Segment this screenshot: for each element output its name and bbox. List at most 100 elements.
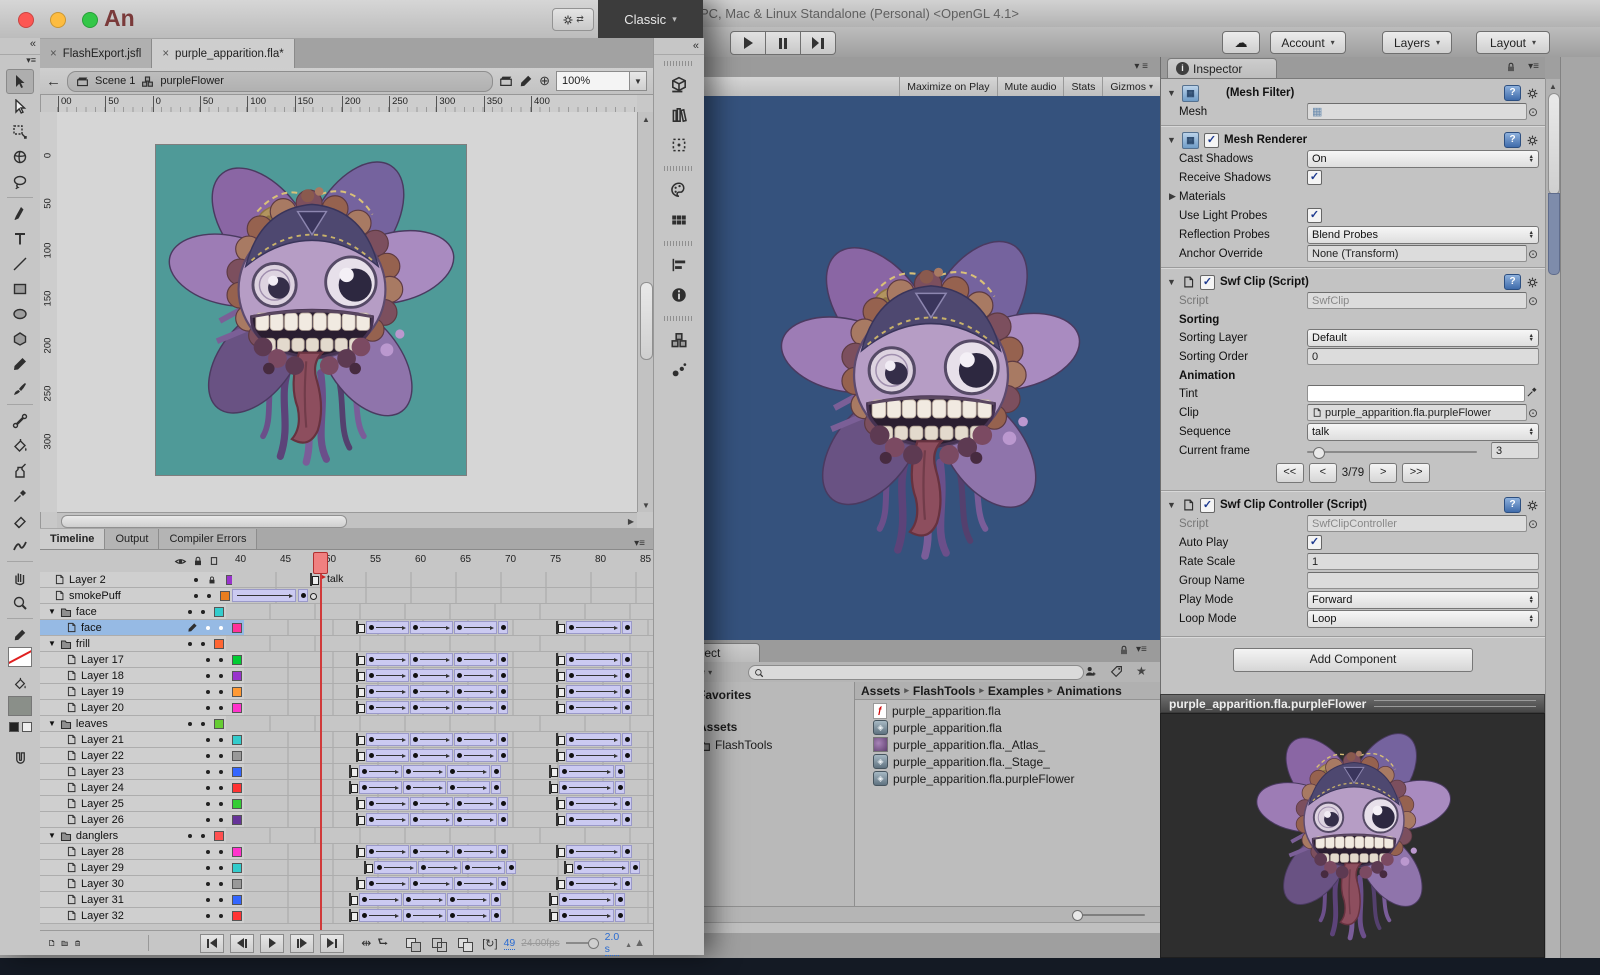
layer-name[interactable]: Layer 29 [40,860,202,875]
layer-name[interactable]: Layer 31 [40,892,202,907]
close-icon[interactable]: × [162,48,169,60]
onion-skin-icon[interactable] [404,936,424,951]
layer-status-columns[interactable] [202,844,244,859]
blank-keyframe-cell[interactable] [356,813,365,826]
layer-visibility-dot[interactable] [206,674,210,678]
layer-status-columns[interactable] [202,780,244,795]
pencil-tool[interactable] [6,351,34,376]
tint-color-field[interactable] [1307,385,1525,402]
swatches-panel-icon[interactable] [662,205,696,235]
stroke-color-swatch[interactable] [8,647,32,667]
blank-keyframe-cell[interactable] [556,797,565,810]
elapsed-time-indicator[interactable]: 2.0 s [605,931,620,956]
tween-span[interactable] [410,733,453,746]
paint-bucket-tool[interactable] [6,433,34,458]
cloud-button[interactable]: ☁ [1222,31,1260,54]
layer-frames-track[interactable]: talk [232,572,653,587]
blank-keyframe-cell[interactable] [356,685,365,698]
timeline-layer-row[interactable]: Layer 20 [40,700,653,716]
tween-span[interactable] [566,813,621,826]
tween-span[interactable] [462,861,505,874]
dock-grip[interactable] [664,316,694,321]
keyframe-cell[interactable] [498,877,508,890]
layer-outline-color-chip[interactable] [220,591,230,601]
keyframe-cell[interactable] [622,669,632,682]
layer-name[interactable]: Layer 21 [40,732,202,747]
layer-name[interactable]: Layer 32 [40,908,202,923]
object-picker-icon[interactable]: ⊙ [1527,247,1539,261]
project-folder-item[interactable]: FlashTools [698,738,772,752]
layer-outline-color-chip[interactable] [214,639,224,649]
color-swap-controls[interactable] [9,722,32,732]
layer-lock-dot[interactable] [219,818,223,822]
scroll-up-icon[interactable]: ▲ [1546,79,1560,91]
layer-frames-track[interactable] [226,636,653,651]
timeline-layer-row[interactable]: Layer 26 [40,812,653,828]
tween-span[interactable] [366,685,409,698]
layer-frames-track[interactable] [226,716,653,731]
timeline-layer-row[interactable]: Layer 31 [40,892,653,908]
tween-span[interactable] [454,813,497,826]
symbol-crumb[interactable]: purpleFlower [160,75,224,87]
first-frame-button[interactable]: << [1276,463,1304,483]
timeline-layer-row[interactable]: ▼face [40,604,653,620]
game-toolbar-maximize-on-play[interactable]: Maximize on Play [899,77,996,96]
layer-lock-dot[interactable] [219,898,223,902]
layer-outline-color-chip[interactable] [232,655,242,665]
go-to-last-frame-button[interactable] [320,934,344,953]
project-file-row[interactable]: purple_apparition.fla._Atlas_ [873,736,1158,753]
tween-span[interactable] [447,893,490,906]
keyframe-cell[interactable] [491,909,501,922]
layer-outline-color-chip[interactable] [232,799,242,809]
layer-outline-color-chip[interactable] [232,895,242,905]
timeline-layer-row[interactable]: Layer 18 [40,668,653,684]
scrollbar-thumb[interactable] [61,515,347,528]
tween-span[interactable] [454,797,497,810]
keyframe-cell[interactable] [622,813,632,826]
layer-visibility-dot[interactable] [206,882,210,886]
hand-tool[interactable] [6,565,34,590]
layer-lock-dot[interactable] [219,658,223,662]
center-frame-icon[interactable]: ⊕ [539,73,550,89]
layer-outline-color-chip[interactable] [214,719,224,729]
frame-rate-indicator[interactable]: 24.00fps [521,938,559,949]
scene-panel-icon[interactable] [662,325,696,355]
help-icon[interactable]: ? [1504,132,1521,148]
layer-visibility-dot[interactable] [206,786,210,790]
tween-span[interactable] [359,909,402,922]
layer-lock-dot[interactable] [219,706,223,710]
keyframe-cell[interactable] [498,749,508,762]
layer-visibility-dot[interactable] [206,802,210,806]
tween-span[interactable] [403,781,446,794]
layer-visibility-dot[interactable] [206,866,210,870]
layer-name[interactable]: Layer 25 [40,796,202,811]
dock-grip[interactable] [664,241,694,246]
project-file-row[interactable]: ƒpurple_apparition.fla [873,702,1158,719]
layer-name[interactable]: Layer 28 [40,844,202,859]
tween-span[interactable] [410,685,453,698]
panel-menu-icon[interactable]: ▾≡ [1528,61,1539,72]
layer-status-columns[interactable] [202,668,244,683]
sequence-dropdown[interactable]: talk▲▼ [1307,423,1539,441]
layer-lock-dot[interactable] [219,914,223,918]
scroll-down-icon[interactable]: ▼ [638,501,654,510]
collapse-panel-icon[interactable]: « [0,38,40,55]
tween-span[interactable] [359,781,402,794]
blank-keyframe-cell[interactable] [349,909,358,922]
tween-span[interactable] [366,797,409,810]
layer-visibility-dot[interactable] [188,834,192,838]
layer-status-columns[interactable] [190,588,232,603]
layer-visibility-dot[interactable] [188,642,192,646]
layer-status-columns[interactable] [202,732,244,747]
layer-name[interactable]: Layer 23 [40,764,202,779]
keyframe-cell[interactable] [622,877,632,890]
tween-span[interactable] [410,621,453,634]
layer-lock-dot[interactable] [219,626,223,630]
scroll-up-icon[interactable]: ▲ [638,112,654,124]
layer-visibility-dot[interactable] [194,578,198,582]
tween-span[interactable] [366,701,409,714]
anchor-override-field[interactable]: None (Transform) [1307,245,1527,262]
zoom-dropdown-button[interactable]: ▼ [630,71,647,91]
timeline-layer-row[interactable]: Layer 32 [40,908,653,924]
tween-span[interactable] [366,653,409,666]
